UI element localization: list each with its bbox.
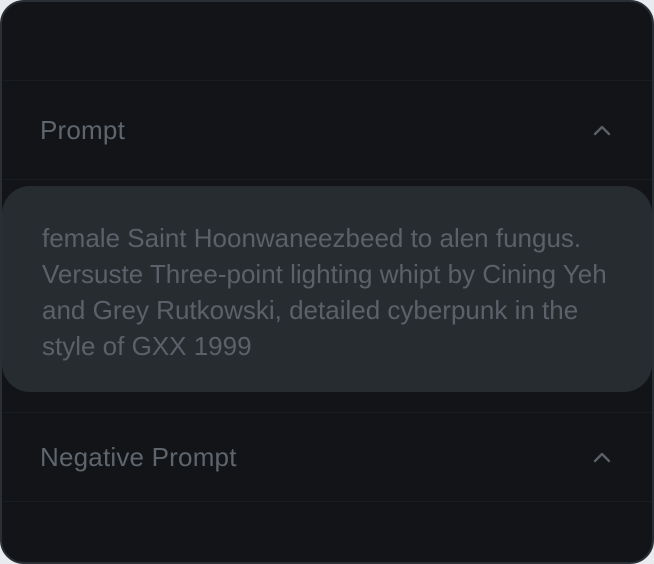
prompt-text[interactable]: female Saint Hoonwaneezbeed to alen fung… [42, 220, 612, 364]
prompt-panel: Prompt female Saint Hoonwaneezbeed to al… [0, 0, 654, 564]
prompt-section-title: Prompt [40, 115, 126, 145]
prompt-section-header[interactable]: Prompt [2, 80, 652, 180]
negative-prompt-section-title: Negative Prompt [40, 442, 237, 472]
negative-prompt-section-header[interactable]: Negative Prompt [2, 412, 652, 502]
chevron-up-icon[interactable] [590, 118, 614, 142]
chevron-up-icon[interactable] [590, 445, 614, 469]
prompt-text-box[interactable]: female Saint Hoonwaneezbeed to alen fung… [2, 186, 652, 392]
